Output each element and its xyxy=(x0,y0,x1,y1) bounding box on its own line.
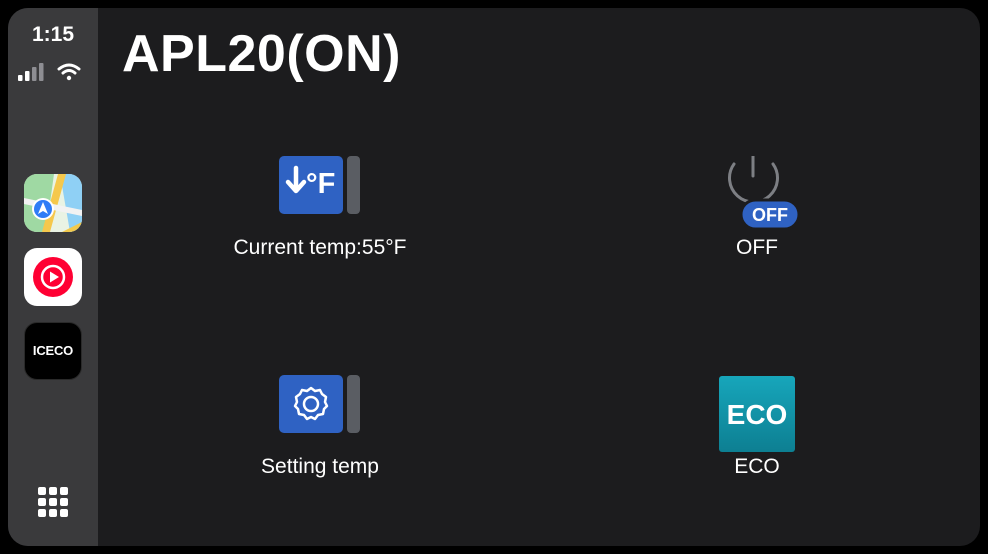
setting-temp-tile[interactable]: Setting temp xyxy=(170,375,470,495)
wifi-icon xyxy=(57,63,81,81)
iceco-logo-text: ICECO xyxy=(32,343,74,358)
youtube-music-icon xyxy=(33,257,73,297)
page-title: APL20(ON) xyxy=(122,25,401,83)
settings-gear-icon xyxy=(279,375,360,433)
maps-icon xyxy=(24,174,82,232)
carplay-sidebar: 1:15 ICECO xyxy=(8,8,98,546)
app-grid-icon[interactable] xyxy=(37,486,69,518)
current-temp-tile[interactable]: °F Current temp:55°F xyxy=(170,156,470,276)
temperature-fahrenheit-icon: °F xyxy=(279,156,360,214)
eco-icon: ECO xyxy=(719,376,795,452)
power-label: OFF xyxy=(736,236,778,259)
power-off-icon: OFF xyxy=(728,156,799,230)
setting-temp-label: Setting temp xyxy=(261,455,379,478)
power-badge-text: OFF xyxy=(752,205,788,225)
eco-badge-text: ECO xyxy=(727,399,788,430)
eco-tile[interactable]: ECO ECO xyxy=(607,375,907,495)
status-indicators xyxy=(18,63,81,81)
iceco-app-icon[interactable]: ICECO xyxy=(24,322,82,380)
eco-label: ECO xyxy=(734,455,780,478)
current-temp-label: Current temp:55°F xyxy=(233,236,407,259)
power-tile[interactable]: OFF OFF xyxy=(607,156,907,276)
fahrenheit-glyph: °F xyxy=(306,168,335,200)
maps-app-icon[interactable] xyxy=(24,174,82,232)
clock: 1:15 xyxy=(31,23,75,46)
signal-icon xyxy=(18,63,44,81)
carplay-screen: 1:15 ICECO APL20(ON) °F Current temp:55°… xyxy=(8,8,980,546)
youtube-music-app-icon[interactable] xyxy=(24,248,82,306)
